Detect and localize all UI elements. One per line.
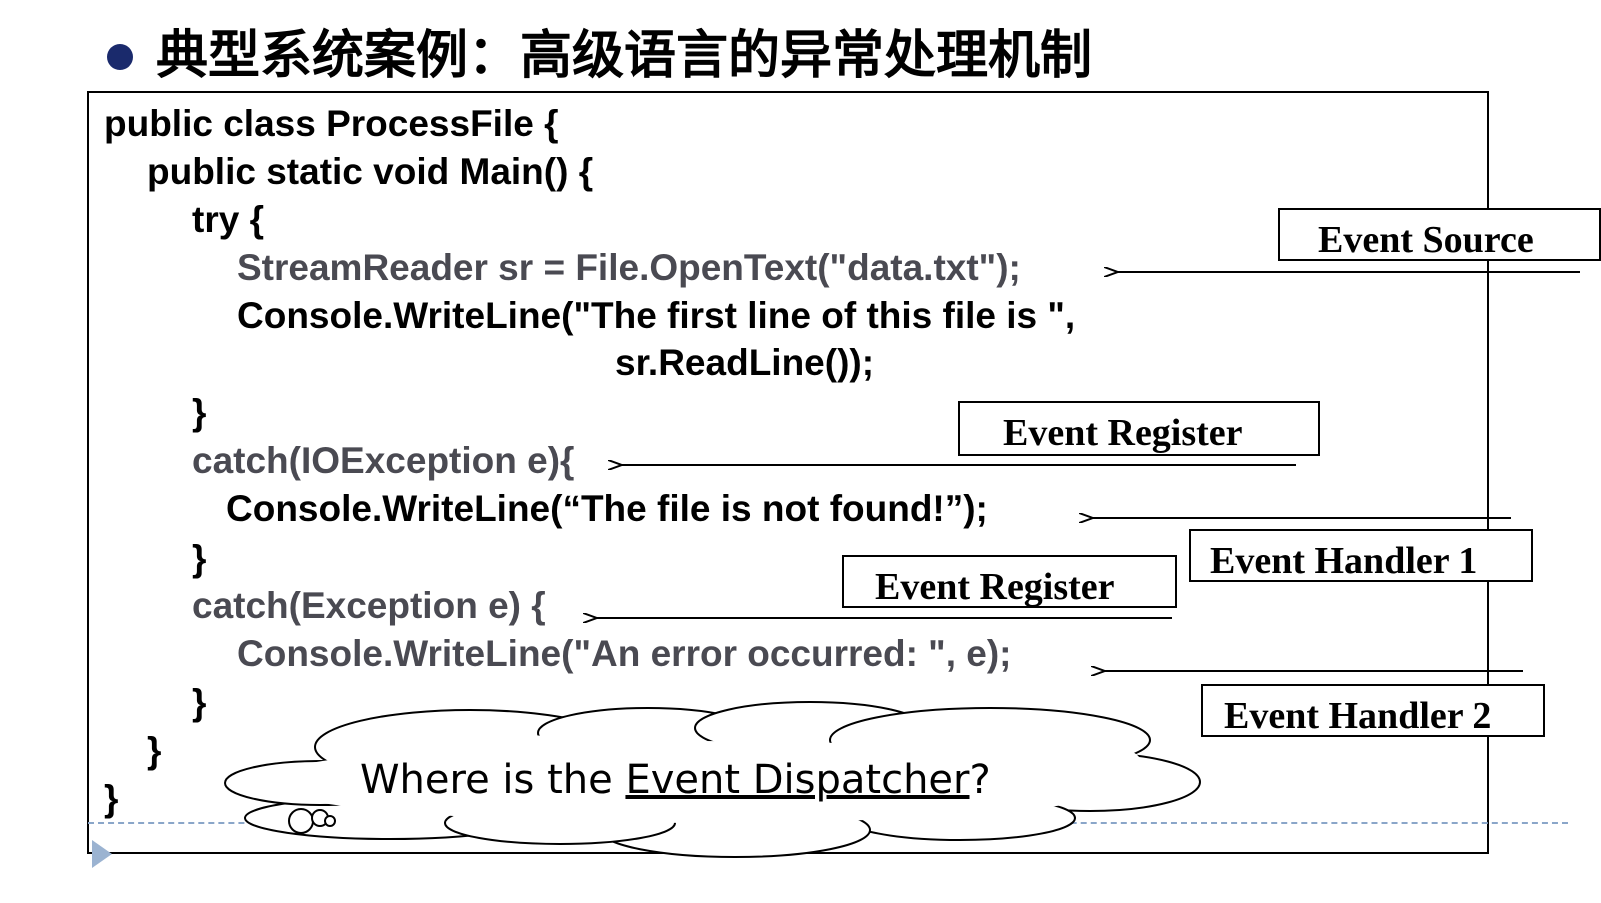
- event-register-label-2: Event Register: [842, 555, 1177, 608]
- event-handler-2-label: Event Handler 2: [1201, 684, 1545, 737]
- cloud-question: Where is the Event Dispatcher?: [360, 757, 991, 803]
- event-register-label-1: Event Register: [958, 401, 1320, 456]
- event-handler-1-label: Event Handler 1: [1189, 529, 1533, 582]
- event-dispatcher-term: Event Dispatcher: [625, 757, 970, 803]
- event-source-label: Event Source: [1278, 208, 1601, 261]
